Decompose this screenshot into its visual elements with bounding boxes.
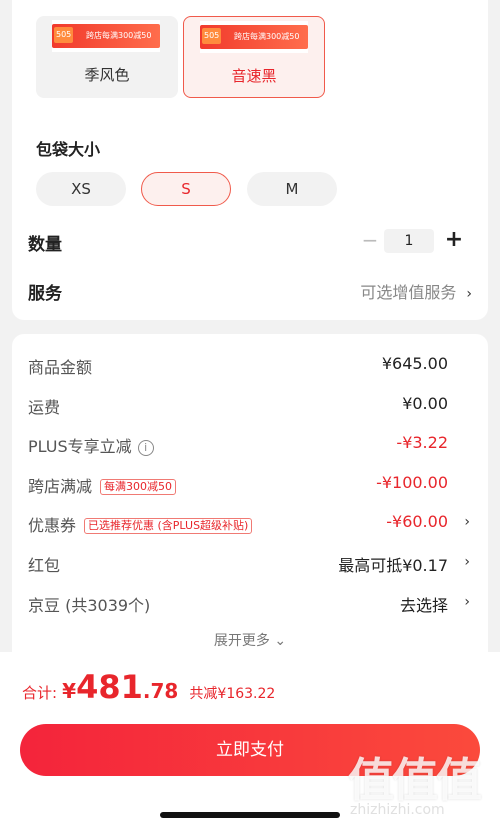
price-row-value: -¥3.22 <box>396 433 448 452</box>
quantity-stepper: − 1 + <box>360 229 468 253</box>
price-row-label: 运费 <box>28 398 61 417</box>
bag-size-title: 包袋大小 <box>36 140 101 159</box>
price-row-label: PLUS专享立减 i <box>28 433 154 457</box>
chevron-right-icon: › <box>464 514 470 530</box>
total-currency: ¥ <box>62 679 77 703</box>
promo-tag: 已选推荐优惠 (含PLUS超级补贴) <box>84 518 253 534</box>
price-row-value: -¥60.00 <box>386 512 448 531</box>
home-indicator[interactable] <box>160 812 340 818</box>
total-savings: 共减¥163.22 <box>189 686 276 702</box>
color-option-label: 季风色 <box>84 66 130 84</box>
price-row-label: 优惠券 已选推荐优惠 (含PLUS超级补贴) <box>28 512 253 536</box>
promo-banner-chip: 505 <box>54 27 74 43</box>
price-row-value: ¥645.00 <box>381 354 448 373</box>
price-row-goods-amount: 商品金额 ¥645.00 <box>12 350 488 378</box>
size-option-m[interactable]: M <box>247 172 337 206</box>
expand-more-button[interactable]: 展开更多 ⌄ <box>12 630 488 650</box>
color-option-label: 音速黑 <box>231 67 277 85</box>
service-title: 服务 <box>28 284 62 304</box>
service-selector[interactable]: 可选增值服务 › <box>360 279 472 303</box>
price-row-value: 去选择 <box>399 596 448 615</box>
promo-banner: 505 跨店每满300减50 <box>200 25 308 49</box>
quantity-value[interactable]: 1 <box>384 229 434 253</box>
price-breakdown-card: 商品金额 ¥645.00 运费 ¥0.00 PLUS专享立减 i -¥3.22 跨… <box>12 334 488 664</box>
price-row-coupon[interactable]: 优惠券 已选推荐优惠 (含PLUS超级补贴) -¥60.00 › <box>12 508 488 536</box>
price-row-plus-discount: PLUS专享立减 i -¥3.22 <box>12 429 488 457</box>
price-row-shipping: 运费 ¥0.00 <box>12 390 488 418</box>
quantity-plus-button[interactable]: + <box>444 229 464 253</box>
checkout-bar: 合计: ¥481.78 共减¥163.22 立即支付 值值值 zhizhizhi… <box>0 652 500 828</box>
price-row-label: 商品金额 <box>28 358 93 377</box>
total-amount: 合计: ¥481.78 共减¥163.22 <box>22 668 275 706</box>
info-icon[interactable]: i <box>137 440 154 456</box>
product-thumbnail: 505 跨店每满300减50 <box>52 20 160 52</box>
price-row-value: -¥100.00 <box>376 473 448 492</box>
promo-banner: 505 跨店每满300减50 <box>52 24 160 48</box>
size-option-s[interactable]: S <box>141 172 231 206</box>
price-row-value: ¥0.00 <box>402 394 448 413</box>
site-watermark: 值值值 <box>348 753 482 807</box>
chevron-right-icon: › <box>466 286 472 302</box>
total-integer: 481 <box>76 668 143 706</box>
total-label: 合计: <box>22 684 58 702</box>
size-option-xs[interactable]: XS <box>36 172 126 206</box>
promo-banner-text: 跨店每满300减50 <box>234 32 300 41</box>
price-row-red-packet[interactable]: 红包 最高可抵¥0.17 › <box>12 548 488 576</box>
price-row-value: 最高可抵¥0.17 <box>338 556 448 575</box>
price-row-label-text: 跨店满减 <box>28 477 93 496</box>
price-row-label: 跨店满减 每满300减50 <box>28 473 177 497</box>
chevron-right-icon: › <box>464 594 470 610</box>
quantity-title: 数量 <box>28 235 62 255</box>
price-row-label: 红包 <box>28 556 61 575</box>
price-row-label-text: 优惠券 <box>28 516 77 535</box>
color-option-sonic-black[interactable]: 505 跨店每满300减50 音速黑 <box>183 16 325 98</box>
price-row-label-text: PLUS专享立减 <box>28 437 132 456</box>
total-decimal: .78 <box>142 679 179 703</box>
color-option-monsoon[interactable]: 505 跨店每满300减50 季风色 <box>36 16 178 98</box>
promo-banner-chip: 505 <box>202 28 222 44</box>
site-watermark-url: zhizhizhi.com <box>350 802 445 818</box>
price-row-cross-store: 跨店满减 每满300减50 -¥100.00 <box>12 469 488 497</box>
price-row-label: 京豆 (共3039个) <box>28 596 151 615</box>
price-row-jd-beans[interactable]: 京豆 (共3039个) 去选择 › <box>12 588 488 616</box>
product-thumbnail: 505 跨店每满300减50 <box>200 21 308 53</box>
sku-selector-card: 505 跨店每满300减50 季风色 505 跨店每满300减50 音速黑 包袋… <box>12 0 488 320</box>
chevron-right-icon: › <box>464 554 470 570</box>
promo-banner-text: 跨店每满300减50 <box>86 31 152 40</box>
service-hint-text: 可选增值服务 <box>360 283 457 302</box>
promo-tag: 每满300减50 <box>100 479 177 495</box>
quantity-minus-button[interactable]: − <box>360 229 380 253</box>
